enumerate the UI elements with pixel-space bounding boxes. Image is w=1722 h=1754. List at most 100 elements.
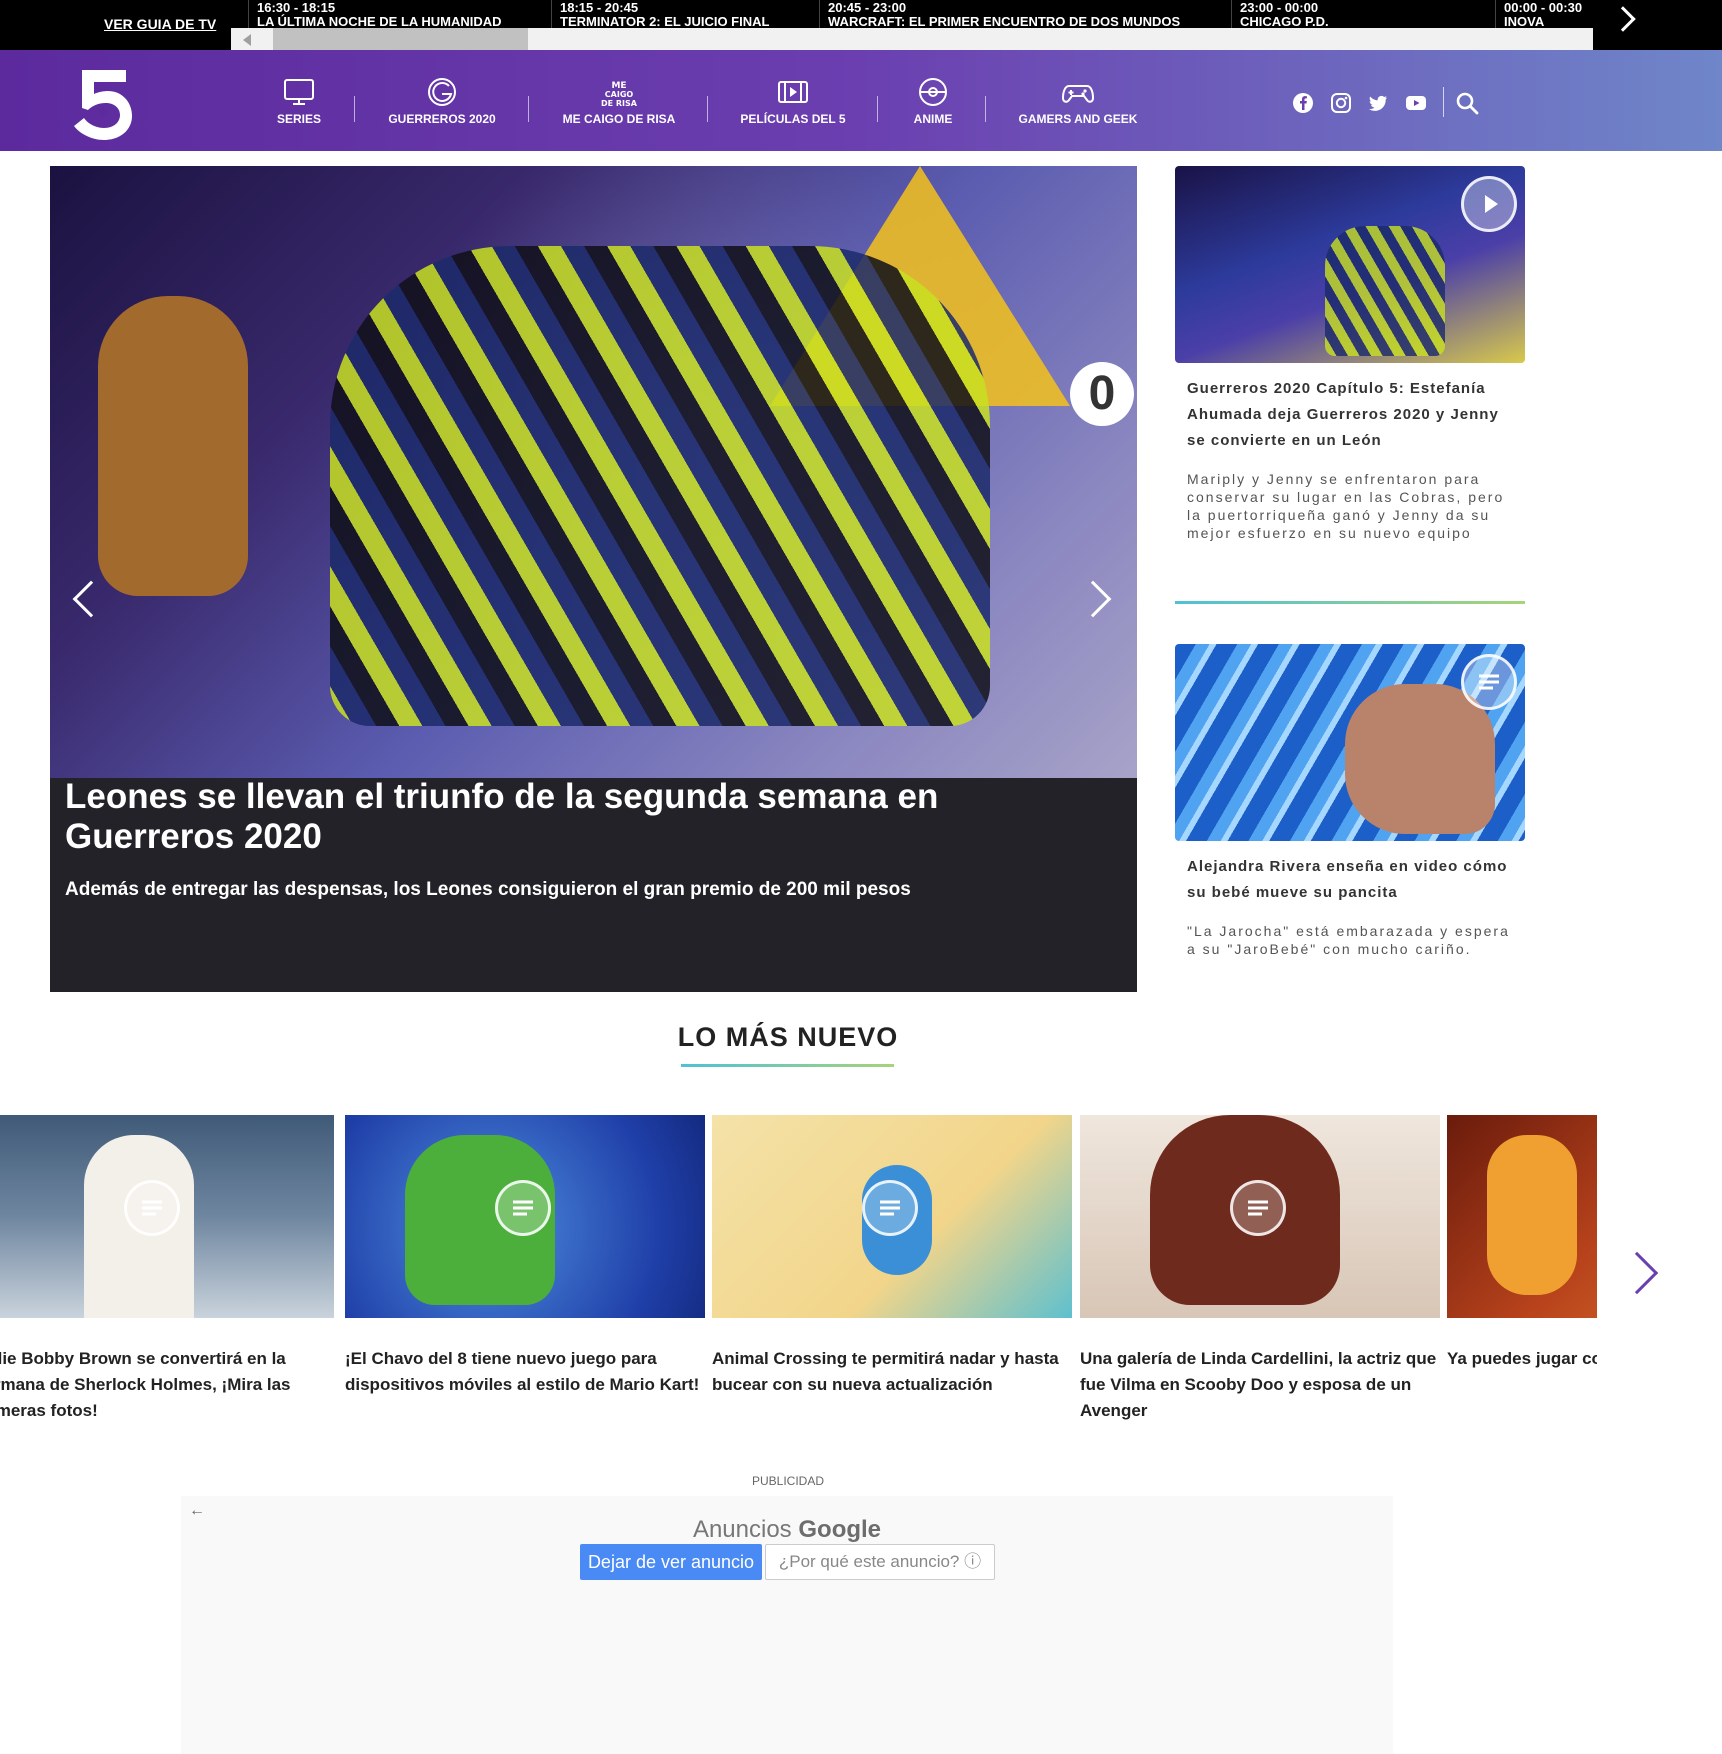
svg-text:*: *: [98, 104, 109, 128]
side-divider: [1175, 601, 1525, 604]
nav-series[interactable]: SERIES: [268, 76, 330, 136]
carousel-item[interactable]: Una galería de Linda Cardellini, la actr…: [1080, 1115, 1440, 1424]
nav-label: SERIES: [276, 112, 321, 126]
nav-divider: [528, 96, 529, 122]
tv-guide-scrollbar[interactable]: [231, 28, 1593, 50]
side-article-description: "La Jarocha" está embarazada y espera a …: [1187, 923, 1510, 957]
carousel-next-arrow-icon[interactable]: [1615, 1251, 1659, 1295]
hero-image-mascot: [98, 296, 248, 596]
carousel-item-title[interactable]: Millie Bobby Brown se convertirá en la h…: [0, 1346, 334, 1424]
tv-slot-title: CHICAGO P.D.: [1240, 14, 1329, 29]
tv-slot-title: WARCRAFT: EL PRIMER ENCUENTRO DE DOS MUN…: [828, 14, 1181, 29]
nav-divider: [707, 96, 708, 122]
article-icon: [1230, 1180, 1286, 1236]
ad-brand-name: Google: [798, 1516, 882, 1543]
side-article-description: Mariply y Jenny se enfrentaron para cons…: [1187, 471, 1505, 541]
nav-anime[interactable]: ANIME: [908, 76, 958, 136]
tv-icon: [284, 79, 314, 105]
side-article-image-figures: [1325, 226, 1445, 356]
facebook-icon[interactable]: [1292, 92, 1314, 114]
latest-carousel[interactable]: Millie Bobby Brown se convertirá en la h…: [0, 1115, 1597, 1445]
search-divider: [1443, 87, 1444, 117]
side-article-title[interactable]: Alejandra Rivera enseña en video cómo su…: [1187, 854, 1517, 906]
film-icon: [778, 81, 808, 103]
article-icon: [495, 1180, 551, 1236]
youtube-icon[interactable]: [1405, 92, 1427, 114]
nav-label: ME CAIGO DE RISA: [562, 112, 676, 126]
carousel-item-image[interactable]: [712, 1115, 1072, 1318]
carousel-item-title[interactable]: Una galería de Linda Cardellini, la actr…: [1080, 1346, 1440, 1424]
hero-score-badge: 0: [1070, 362, 1134, 426]
carousel-item[interactable]: ¡El Chavo del 8 tiene nuevo juego para d…: [345, 1115, 705, 1398]
hero-title[interactable]: Leones se llevan el triunfo de la segund…: [65, 777, 1105, 857]
carousel-item-title[interactable]: Animal Crossing te permitirá nadar y has…: [712, 1346, 1072, 1398]
why-this-ad-button[interactable]: ¿Por qué este anuncio? ⓘ: [765, 1544, 995, 1580]
tv-guide-bar: VER GUIA DE TV 16:30 - 18:15 LA ÚLTIMA N…: [0, 0, 1722, 50]
section-heading-underline: [681, 1064, 894, 1067]
tv-slot-time: 20:45 - 23:00: [828, 0, 907, 15]
carousel-item-image[interactable]: [1080, 1115, 1440, 1318]
tv-guide-link[interactable]: VER GUIA DE TV: [104, 16, 216, 32]
tv-slot-time: 23:00 - 00:00: [1240, 0, 1319, 15]
me-caigo-de-risa-icon: ME CAIGO DE RISA: [601, 81, 638, 108]
tv-slot-time: 00:00 - 00:30: [1504, 0, 1583, 15]
anime-icon: [919, 78, 947, 106]
tv-slot-title: INOVA: [1504, 14, 1545, 29]
article-icon: [1461, 654, 1517, 710]
scroll-left-arrow-icon[interactable]: [243, 34, 251, 46]
nav-label: GUERREROS 2020: [388, 112, 496, 126]
side-article-image[interactable]: [1175, 644, 1525, 841]
article-icon: [862, 1180, 918, 1236]
hero-subtitle: Además de entregar las despensas, los Le…: [65, 879, 911, 900]
ad-container: ← Anuncios Google Dejar de ver anuncio ¿…: [181, 1496, 1393, 1754]
tv-slot-time: 18:15 - 20:45: [560, 0, 639, 15]
nav-divider: [985, 96, 986, 122]
hero-slider[interactable]: 0 Leones se llevan el triunfo de la segu…: [50, 166, 1137, 992]
svg-text:CAIGO: CAIGO: [605, 90, 634, 99]
canal-5-logo[interactable]: *: [70, 66, 134, 142]
ad-brand: Anuncios Google: [181, 1516, 1393, 1544]
tv-guide-next-button[interactable]: [1600, 0, 1722, 50]
ad-label: PUBLICIDAD: [751, 1474, 825, 1488]
side-article-card[interactable]: Guerreros 2020 Capítulo 5: Estefanía Ahu…: [1175, 166, 1525, 566]
article-icon: [124, 1180, 180, 1236]
side-article-card[interactable]: Alejandra Rivera enseña en video cómo su…: [1175, 644, 1525, 994]
hero-image-team: [330, 246, 990, 726]
carousel-item-image-character: [1487, 1135, 1577, 1295]
chevron-right-icon: [1610, 6, 1636, 32]
nav-guerreros-2020[interactable]: GUERREROS 2020: [386, 76, 498, 136]
play-icon: [1461, 176, 1517, 232]
side-article-title[interactable]: Guerreros 2020 Capítulo 5: Estefanía Ahu…: [1187, 376, 1517, 454]
carousel-item-image[interactable]: [0, 1115, 334, 1318]
nav-label: ANIME: [913, 112, 953, 126]
stop-ad-button[interactable]: Dejar de ver anuncio: [580, 1544, 762, 1580]
carousel-item[interactable]: Millie Bobby Brown se convertirá en la h…: [0, 1115, 334, 1424]
carousel-item-title[interactable]: Ya puedes jugar como Korra en este video: [1447, 1346, 1597, 1372]
nav-peliculas-del-5[interactable]: PELÍCULAS DEL 5: [740, 76, 846, 136]
twitter-icon[interactable]: [1367, 92, 1389, 114]
ad-brand-prefix: Anuncios: [692, 1516, 792, 1543]
side-article-image[interactable]: [1175, 166, 1525, 363]
carousel-item[interactable]: Animal Crossing te permitirá nadar y has…: [712, 1115, 1072, 1398]
svg-text:DE RISA: DE RISA: [601, 99, 638, 108]
carousel-item-title[interactable]: ¡El Chavo del 8 tiene nuevo juego para d…: [345, 1346, 705, 1398]
nav-gamers-and-geek[interactable]: GAMERS AND GEEK: [1018, 76, 1138, 136]
tv-slot-title: TERMINATOR 2: EL JUICIO FINAL: [560, 14, 770, 29]
nav-divider: [354, 96, 355, 122]
tv-slot-time: 16:30 - 18:15: [257, 0, 336, 15]
scrollbar-thumb[interactable]: [273, 28, 528, 50]
instagram-icon[interactable]: [1330, 92, 1352, 114]
carousel-item-image[interactable]: [345, 1115, 705, 1318]
nav-divider: [877, 96, 878, 122]
carousel-item[interactable]: Ya puedes jugar como Korra en este video: [1447, 1115, 1597, 1372]
hero-image[interactable]: 0: [50, 166, 1137, 778]
tv-slot-title: LA ÚLTIMA NOCHE DE LA HUMANIDAD: [257, 14, 502, 29]
section-heading-latest: LO MÁS NUEVO: [677, 1022, 899, 1052]
nav-label: GAMERS AND GEEK: [1018, 112, 1138, 126]
gamepad-icon: [1061, 85, 1095, 103]
nav-me-caigo-de-risa[interactable]: ME CAIGO DE RISA ME CAIGO DE RISA: [562, 76, 676, 136]
search-icon[interactable]: [1455, 91, 1479, 115]
guerreros-icon: [428, 78, 456, 106]
nav-label: PELÍCULAS DEL 5: [740, 112, 846, 126]
carousel-item-image[interactable]: [1447, 1115, 1597, 1318]
